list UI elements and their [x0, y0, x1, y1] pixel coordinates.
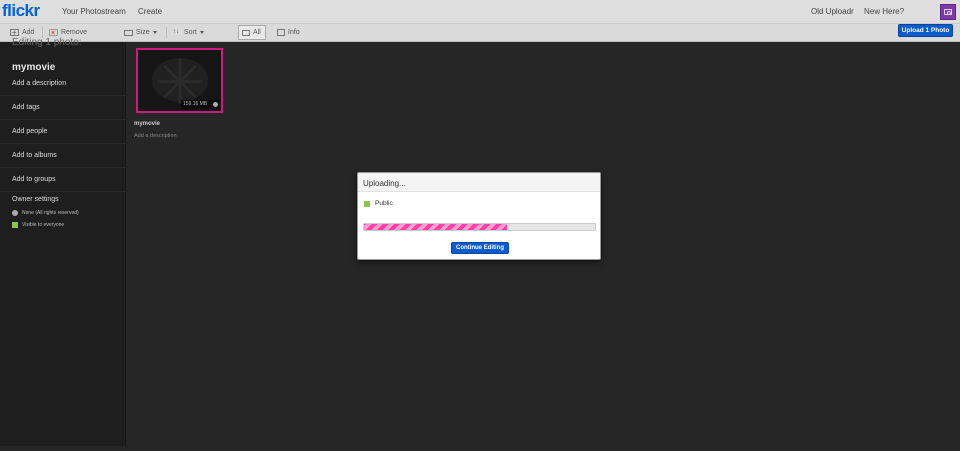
info-button[interactable]: Info [277, 26, 300, 39]
dialog-header: Uploading... [358, 173, 600, 192]
logo-main: flickr [2, 1, 40, 20]
info-icon [277, 29, 285, 36]
all-button[interactable]: All [242, 26, 261, 39]
editing-heading: Editing 1 photo: [12, 37, 82, 48]
upload-progress-bar [363, 223, 596, 231]
dialog-title: Uploading... [363, 179, 406, 188]
editor-toolbar: Add Remove Size Sort All Info [0, 24, 960, 42]
photo-description-input[interactable]: Add a description [134, 133, 177, 139]
sort-dropdown[interactable]: Sort [173, 26, 204, 39]
visibility-setting[interactable]: Visible to everyone [12, 222, 64, 228]
sidebar-add-to-groups[interactable]: Add to groups [0, 168, 126, 192]
dialog-visibility: Public [364, 200, 393, 207]
sort-icon [173, 26, 181, 39]
size-dropdown[interactable]: Size [124, 26, 157, 39]
sidebar-item-label: Add tags [12, 104, 40, 111]
file-size-label: 159.16 MB [183, 101, 208, 107]
nav-create[interactable]: Create [138, 7, 162, 17]
sidebar-item-label: Add to groups [12, 176, 56, 183]
owner-settings-heading: Owner settings [12, 196, 59, 203]
continue-editing-button[interactable]: Continue Editing [451, 242, 509, 254]
nav-new-here[interactable]: New Here? [864, 7, 904, 17]
sidebar-item-label: Add a description [12, 80, 67, 87]
visibility-label: Visible to everyone [22, 222, 65, 228]
file-size-badge: 159.16 MB [181, 100, 219, 109]
edit-sidebar: Editing 1 photo: mymovie Add a descripti… [0, 37, 126, 446]
sidebar-add-people[interactable]: Add people [0, 120, 126, 144]
size-label: Size [136, 29, 150, 36]
grid-icon [242, 29, 250, 36]
top-nav: flickr Your Photostream Create Old Uploa… [0, 0, 960, 24]
uploading-dialog: Uploading... Public Continue Editing [357, 172, 601, 260]
license-setting[interactable]: None (All rights reserved) [12, 210, 79, 216]
info-label: Info [288, 29, 300, 36]
sidebar-item-label: Add to albums [12, 152, 57, 159]
upload-button[interactable]: Upload 1 Photo [898, 24, 953, 37]
sidebar-add-to-albums[interactable]: Add to albums [0, 144, 126, 168]
all-label: All [253, 29, 261, 36]
nav-your-photostream[interactable]: Your Photostream [62, 7, 126, 17]
upload-progress-fill [364, 224, 508, 230]
photo-title[interactable]: mymovie [134, 121, 160, 127]
camera-icon [944, 9, 952, 15]
flickr-logo[interactable]: flickr [2, 2, 40, 20]
add-icon [10, 26, 19, 39]
public-icon [364, 200, 370, 207]
visibility-icon [12, 222, 18, 228]
size-icon [124, 29, 133, 36]
license-icon [12, 210, 18, 216]
sidebar-add-description[interactable]: Add a description [0, 72, 126, 96]
remove-icon [49, 27, 58, 40]
chevron-down-icon [152, 31, 157, 34]
sort-label: Sort [184, 29, 197, 36]
toolbar-divider [166, 27, 167, 38]
license-label: None (All rights reserved) [22, 210, 79, 216]
gear-icon[interactable] [213, 102, 218, 107]
user-avatar[interactable] [940, 4, 956, 20]
visibility-label: Public [375, 200, 393, 207]
nav-old-uploadr[interactable]: Old Uploadr [811, 7, 854, 17]
chevron-down-icon [199, 31, 204, 34]
sidebar-add-tags[interactable]: Add tags [0, 96, 126, 120]
sidebar-item-label: Add people [12, 128, 48, 135]
